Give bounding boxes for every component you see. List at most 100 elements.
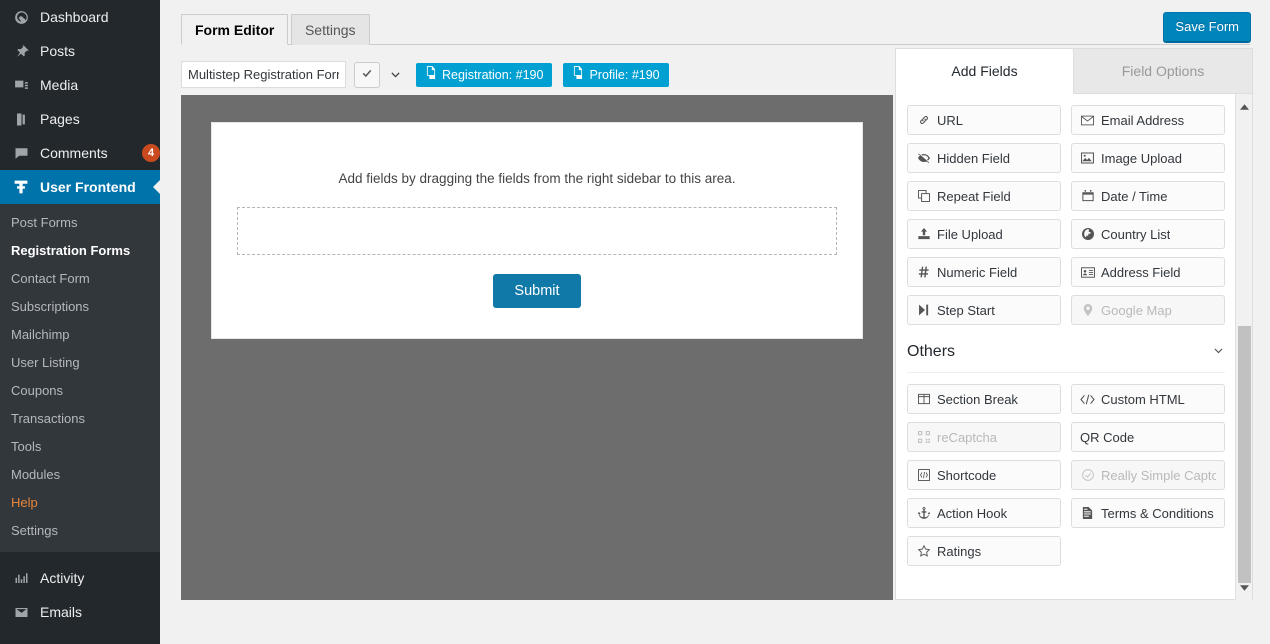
sidebar-item-posts[interactable]: Posts <box>0 34 160 68</box>
sidebar-item-media[interactable]: Media <box>0 68 160 102</box>
field-label: Shortcode <box>937 467 997 483</box>
sidebar-item-pages[interactable]: Pages <box>0 102 160 136</box>
submenu-item-modules[interactable]: Modules <box>0 461 160 489</box>
field-button-qr-code[interactable]: QR Code <box>1071 422 1225 452</box>
panel-body: URL Email Address Hidden Field Image Upl… <box>896 94 1236 600</box>
submenu-item-coupons[interactable]: Coupons <box>0 377 160 405</box>
field-button-ratings[interactable]: Ratings <box>907 536 1061 566</box>
scroll-down-arrow-icon[interactable] <box>1236 579 1253 596</box>
submenu-item-contact-form[interactable]: Contact Form <box>0 265 160 293</box>
field-label: Date / Time <box>1101 188 1168 204</box>
field-label: Ratings <box>937 543 982 559</box>
code-icon <box>1080 394 1095 405</box>
step-forward-icon <box>916 304 931 316</box>
pages-icon <box>11 109 31 129</box>
field-button-custom-html[interactable]: Custom HTML <box>1071 384 1225 414</box>
columns-icon <box>916 393 931 405</box>
field-button-step-start[interactable]: Step Start <box>907 295 1061 325</box>
check-circle-icon <box>1080 469 1095 481</box>
submenu-item-post-forms[interactable]: Post Forms <box>0 209 160 237</box>
field-label: Step Start <box>937 302 995 318</box>
field-button-file-upload[interactable]: File Upload <box>907 219 1061 249</box>
copy-icon <box>916 190 931 202</box>
field-button-email-address[interactable]: Email Address <box>1071 105 1225 135</box>
activity-icon <box>11 568 31 588</box>
drop-hint-text: Add fields by dragging the fields from t… <box>338 171 736 186</box>
field-button-date-time[interactable]: Date / Time <box>1071 181 1225 211</box>
field-button-country-list[interactable]: Country List <box>1071 219 1225 249</box>
tab-add-fields[interactable]: Add Fields <box>896 49 1074 94</box>
upload-icon <box>916 228 931 240</box>
email-icon <box>11 602 31 622</box>
shortcode-registration-button[interactable]: Registration: #190 <box>416 62 553 87</box>
field-button-really-simple-captcha: Really Simple Captcha <box>1071 460 1225 490</box>
field-button-numeric-field[interactable]: Numeric Field <box>907 257 1061 287</box>
scrollbar-thumb[interactable] <box>1238 326 1251 583</box>
id-card-icon <box>1080 266 1095 278</box>
field-label: URL <box>937 112 964 128</box>
star-icon <box>916 545 931 557</box>
field-button-hidden-field[interactable]: Hidden Field <box>907 143 1061 173</box>
submenu-item-mailchimp[interactable]: Mailchimp <box>0 321 160 349</box>
save-form-button[interactable]: Save Form <box>1163 12 1251 42</box>
tab-settings[interactable]: Settings <box>290 14 370 45</box>
field-label: Really Simple Captcha <box>1101 467 1216 483</box>
submenu-item-tools[interactable]: Tools <box>0 433 160 461</box>
link-icon <box>916 114 931 126</box>
sidebar-item-emails[interactable]: Emails <box>0 595 160 629</box>
submenu-item-subscriptions[interactable]: Subscriptions <box>0 293 160 321</box>
field-button-google-map: Google Map <box>1071 295 1225 325</box>
field-button-address-field[interactable]: Address Field <box>1071 257 1225 287</box>
sidebar-item-user-frontend[interactable]: User Frontend <box>0 170 160 204</box>
submenu-item-help[interactable]: Help <box>0 489 160 517</box>
sidebar-item-label: Dashboard <box>40 9 109 25</box>
submenu-item-transactions[interactable]: Transactions <box>0 405 160 433</box>
field-label: Email Address <box>1101 112 1185 128</box>
submenu-item-user-listing[interactable]: User Listing <box>0 349 160 377</box>
field-label: reCaptcha <box>937 429 997 445</box>
shortcode-label: Registration: #190 <box>442 67 544 82</box>
field-button-shortcode[interactable]: Shortcode <box>907 460 1061 490</box>
field-label: Repeat Field <box>937 188 1011 204</box>
comment-icon <box>11 143 31 163</box>
form-submit-button[interactable]: Submit <box>493 274 581 308</box>
panel-scrollbar[interactable] <box>1235 94 1252 600</box>
scroll-up-arrow-icon[interactable] <box>1236 98 1253 115</box>
form-builder-canvas[interactable]: Add fields by dragging the fields from t… <box>181 95 893 600</box>
sidebar-item-comments[interactable]: Comments 4 <box>0 136 160 170</box>
submenu-item-registration-forms[interactable]: Registration Forms <box>0 237 160 265</box>
field-drop-zone[interactable] <box>237 207 837 255</box>
field-button-terms-and-conditions[interactable]: Terms & Conditions <box>1071 498 1225 528</box>
form-preview-area[interactable]: Add fields by dragging the fields from t… <box>211 122 863 339</box>
field-button-section-break[interactable]: Section Break <box>907 384 1061 414</box>
standard-fields-grid: URL Email Address Hidden Field Image Upl… <box>907 105 1225 325</box>
sidebar-item-dashboard[interactable]: Dashboard <box>0 0 160 34</box>
chevron-down-icon[interactable] <box>385 62 405 88</box>
eye-slash-icon <box>916 152 931 164</box>
form-toolbar: Registration: #190 Profile: #190 <box>181 61 669 88</box>
field-button-action-hook[interactable]: Action Hook <box>907 498 1061 528</box>
field-button-url[interactable]: URL <box>907 105 1061 135</box>
others-section-header[interactable]: Others <box>907 343 1225 373</box>
field-button-recaptcha: reCaptcha <box>907 422 1061 452</box>
field-label: Image Upload <box>1101 150 1182 166</box>
sidebar-item-activity[interactable]: Activity <box>0 561 160 595</box>
user-frontend-submenu: Post Forms Registration Forms Contact Fo… <box>0 204 160 552</box>
sidebar-item-label: Posts <box>40 43 76 59</box>
field-label: Hidden Field <box>937 150 1010 166</box>
field-button-repeat-field[interactable]: Repeat Field <box>907 181 1061 211</box>
apply-form-name-button[interactable] <box>354 61 380 88</box>
tab-field-options[interactable]: Field Options <box>1074 49 1252 94</box>
media-icon <box>11 75 31 95</box>
shortcode-profile-button[interactable]: Profile: #190 <box>563 62 669 87</box>
comments-badge: 4 <box>142 144 160 162</box>
field-button-image-upload[interactable]: Image Upload <box>1071 143 1225 173</box>
submenu-item-settings[interactable]: Settings <box>0 517 160 545</box>
tab-form-editor[interactable]: Form Editor <box>181 14 289 45</box>
image-icon <box>1080 152 1095 164</box>
field-label: Numeric Field <box>937 264 1018 280</box>
form-name-input[interactable] <box>181 61 346 88</box>
chevron-down-icon[interactable] <box>1212 344 1225 360</box>
envelope-icon <box>1080 115 1095 126</box>
